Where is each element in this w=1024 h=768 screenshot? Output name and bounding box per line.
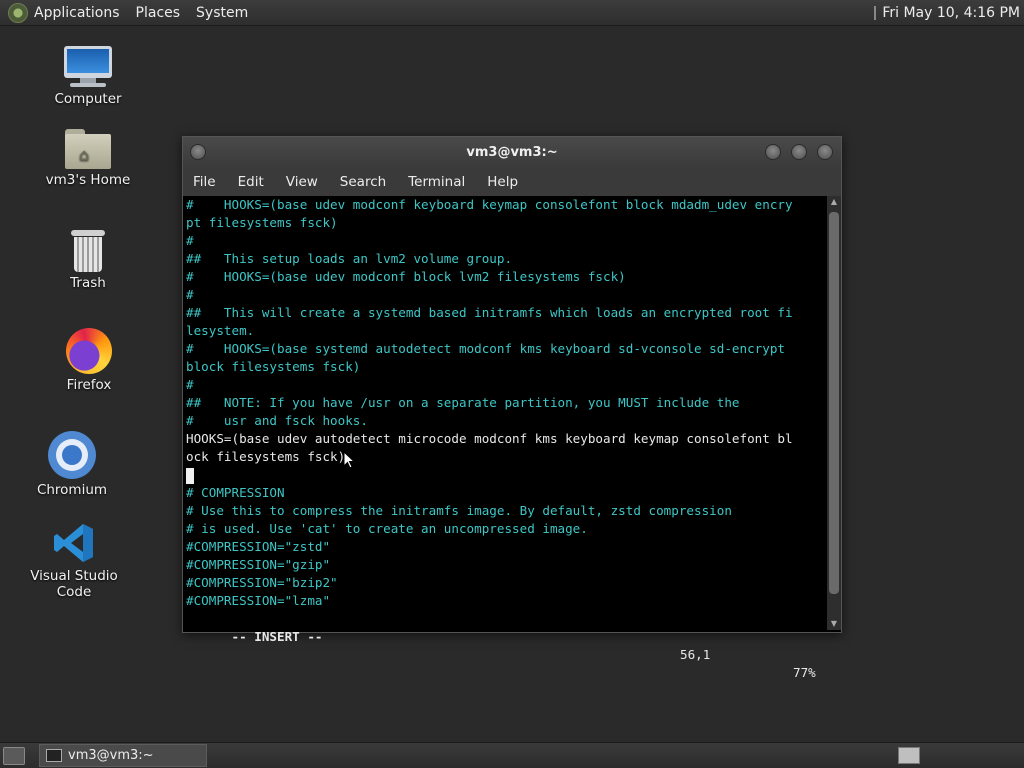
- workspace-switcher-icon[interactable]: [898, 747, 920, 764]
- vscode-icon: [52, 521, 96, 565]
- menu-system[interactable]: System: [188, 5, 256, 21]
- window-titlebar[interactable]: vm3@vm3:~: [183, 137, 841, 168]
- taskbar-button-terminal[interactable]: vm3@vm3:~: [39, 744, 207, 767]
- vim-status-line: -- INSERT -- 56,1 77%: [183, 610, 827, 680]
- window-menu-button[interactable]: [190, 144, 206, 160]
- taskbar-button-label: vm3@vm3:~: [68, 748, 154, 763]
- home-folder-icon: ⌂: [65, 129, 111, 169]
- terminal-line: # is used. Use 'cat' to create an uncomp…: [186, 521, 588, 536]
- panel-separator: [874, 5, 877, 20]
- terminal-line-hooks: ock filesystems fsck): [186, 449, 346, 464]
- computer-icon: [64, 46, 112, 88]
- terminal-cursor-line: [183, 466, 827, 484]
- terminal-line: ## This will create a systemd based init…: [186, 305, 793, 320]
- menu-edit[interactable]: Edit: [227, 174, 275, 190]
- desktop-icon-vscode[interactable]: Visual Studio Code: [14, 521, 134, 600]
- show-desktop-icon[interactable]: [3, 746, 25, 765]
- desktop-icon-computer[interactable]: Computer: [28, 46, 148, 107]
- desktop-icon-firefox[interactable]: Firefox: [29, 328, 149, 393]
- text-cursor: [186, 467, 194, 484]
- terminal-text-area[interactable]: # HOOKS=(base udev modconf keyboard keym…: [183, 196, 827, 680]
- menu-places[interactable]: Places: [128, 5, 189, 21]
- terminal-line: #COMPRESSION="gzip": [186, 557, 331, 572]
- terminal-line: ## This setup loads an lvm2 volume group…: [186, 251, 513, 266]
- terminal-line: # Use this to compress the initramfs ima…: [186, 503, 732, 518]
- firefox-icon: [66, 328, 112, 374]
- terminal-line: pt filesystems fsck): [186, 215, 338, 230]
- terminal-line: block filesystems fsck): [186, 359, 361, 374]
- terminal-menubar: File Edit View Search Terminal Help: [183, 168, 841, 196]
- terminal-line: # COMPRESSION: [186, 485, 285, 500]
- terminal-line: #: [186, 287, 194, 302]
- terminal-line: # HOOKS=(base udev modconf keyboard keym…: [186, 197, 793, 212]
- terminal-line: #COMPRESSION="bzip2": [186, 575, 338, 590]
- clock-area: Fri May 10, 4:16 PM: [874, 0, 1020, 25]
- desktop-icon-trash[interactable]: Trash: [28, 230, 148, 291]
- scroll-thumb[interactable]: [829, 212, 839, 594]
- menu-terminal[interactable]: Terminal: [397, 174, 476, 190]
- terminal-scrollbar[interactable]: ▲ ▼: [827, 196, 841, 630]
- desktop-icon-label: Computer: [54, 91, 122, 107]
- desktop-icon-label: Chromium: [36, 482, 108, 498]
- desktop-icon-label: Firefox: [66, 377, 112, 393]
- clock[interactable]: Fri May 10, 4:16 PM: [882, 5, 1020, 21]
- trash-icon: [71, 230, 105, 272]
- bottom-panel: vm3@vm3:~: [0, 742, 1024, 768]
- terminal-line-hooks: HOOKS=(base udev autodetect microcode mo…: [186, 431, 793, 446]
- top-panel: Applications Places System Fri May 10, 4…: [0, 0, 1024, 26]
- window-title: vm3@vm3:~: [466, 145, 558, 160]
- desktop-icon-chromium[interactable]: Chromium: [12, 431, 132, 498]
- menu-view[interactable]: View: [275, 174, 329, 190]
- desktop-icon-home[interactable]: ⌂ vm3's Home: [28, 129, 148, 188]
- terminal-line: ## NOTE: If you have /usr on a separate …: [186, 395, 740, 410]
- terminal-line: #: [186, 233, 194, 248]
- desktop-icon-label: vm3's Home: [45, 172, 131, 188]
- vim-mode: -- INSERT --: [231, 629, 323, 644]
- terminal-icon: [46, 749, 62, 762]
- close-button[interactable]: [817, 144, 833, 160]
- terminal-window[interactable]: vm3@vm3:~ File Edit View Search Terminal…: [182, 136, 842, 680]
- menu-applications[interactable]: Applications: [34, 5, 128, 21]
- scroll-percent: 77%: [793, 665, 816, 680]
- minimize-button[interactable]: [765, 144, 781, 160]
- desktop-icon-label: Visual Studio Code: [30, 568, 118, 600]
- terminal-line: # HOOKS=(base systemd autodetect modconf…: [186, 341, 785, 356]
- maximize-button[interactable]: [791, 144, 807, 160]
- terminal-line: #: [186, 377, 194, 392]
- terminal-line: # usr and fsck hooks.: [186, 413, 368, 428]
- terminal-line: #COMPRESSION="zstd": [186, 539, 331, 554]
- distro-logo-icon[interactable]: [8, 2, 28, 23]
- terminal-line: lesystem.: [186, 323, 255, 338]
- scroll-down-arrow-icon[interactable]: ▼: [827, 618, 841, 630]
- menu-file[interactable]: File: [183, 174, 227, 190]
- scroll-up-arrow-icon[interactable]: ▲: [827, 196, 841, 208]
- terminal-line: # HOOKS=(base udev modconf block lvm2 fi…: [186, 269, 626, 284]
- mouse-pointer-icon: [343, 451, 355, 469]
- terminal-line: #COMPRESSION="lzma": [186, 593, 331, 608]
- menu-search[interactable]: Search: [329, 174, 397, 190]
- cursor-position: 56,1: [680, 647, 711, 662]
- menu-help[interactable]: Help: [476, 174, 529, 190]
- chromium-icon: [48, 431, 96, 479]
- desktop-icon-label: Trash: [70, 275, 106, 291]
